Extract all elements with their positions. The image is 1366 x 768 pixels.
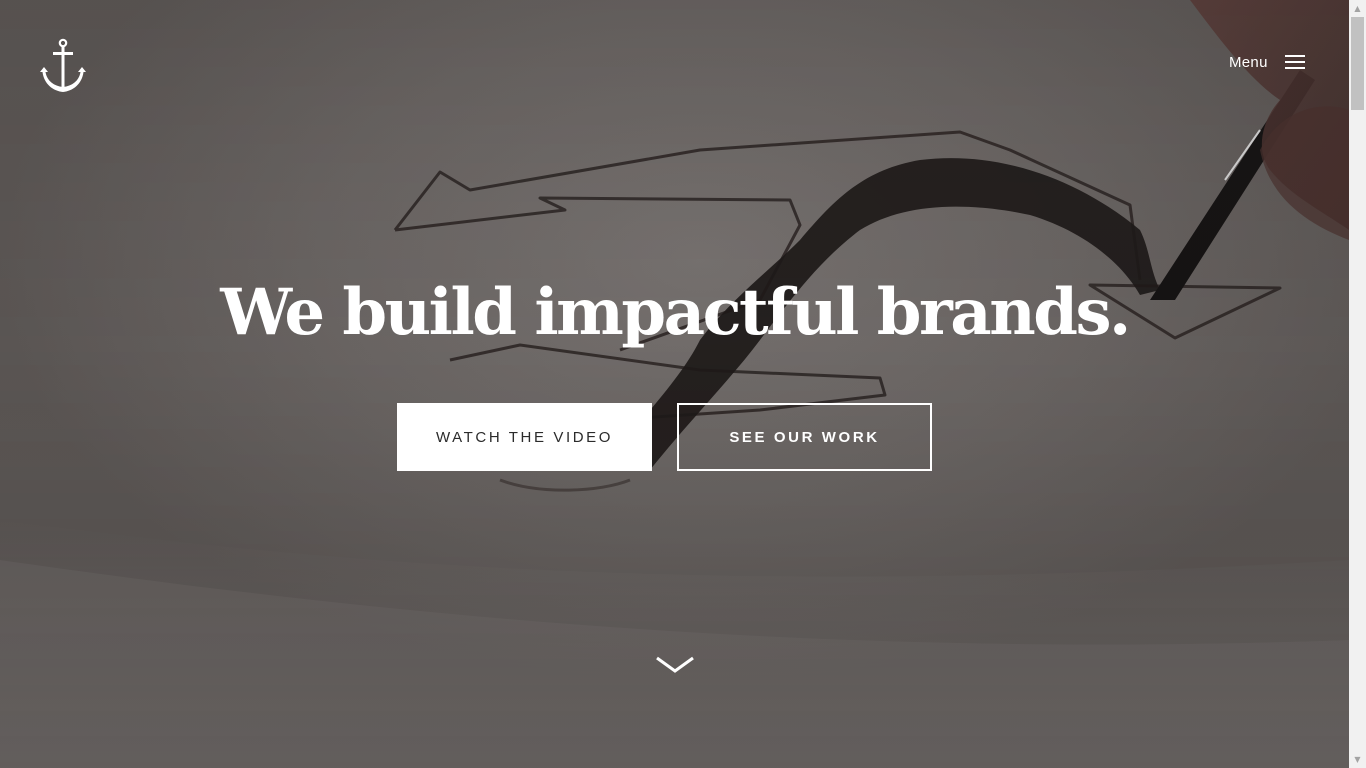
page-scrollbar[interactable]: ▲ ▼ xyxy=(1349,0,1366,768)
hero-overlay xyxy=(0,0,1349,768)
menu-button[interactable]: Menu xyxy=(1222,50,1305,74)
hero-section: Menu We build impactful brands. WATCH TH… xyxy=(0,0,1349,768)
chevron-down-icon[interactable] xyxy=(655,654,695,676)
scrollbar-thumb[interactable] xyxy=(1351,17,1364,110)
see-our-work-button[interactable]: SEE OUR WORK xyxy=(677,403,932,471)
watch-video-button[interactable]: WATCH THE VIDEO xyxy=(397,403,652,471)
menu-label: Menu xyxy=(1229,53,1268,71)
anchor-icon[interactable] xyxy=(38,38,88,94)
page: Menu We build impactful brands. WATCH TH… xyxy=(0,0,1366,768)
hero-headline: We build impactful brands. xyxy=(220,275,1131,350)
scroll-up-arrow-icon[interactable]: ▲ xyxy=(1349,0,1366,17)
scroll-down-arrow-icon[interactable]: ▼ xyxy=(1349,751,1366,768)
hamburger-icon xyxy=(1284,55,1305,69)
